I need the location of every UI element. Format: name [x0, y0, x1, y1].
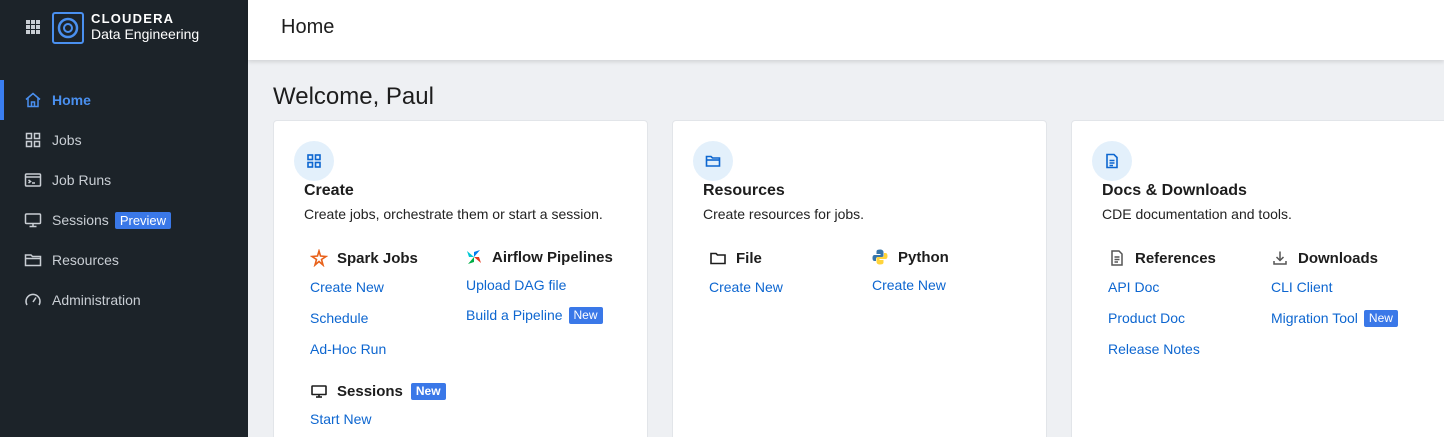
- airflow-pipelines-heading: Airflow Pipelines: [465, 248, 613, 266]
- page-header: Home: [248, 0, 1444, 60]
- card-title: Resources: [703, 182, 785, 199]
- api-doc-link[interactable]: API Doc: [1108, 279, 1159, 295]
- welcome-heading: Welcome, Paul: [273, 83, 434, 110]
- sidebar-item-label: Resources: [52, 252, 119, 268]
- card-title: Docs & Downloads: [1102, 182, 1247, 199]
- python-create-new-link[interactable]: Create New: [872, 277, 946, 293]
- preview-badge: Preview: [114, 211, 172, 229]
- card-description: Create resources for jobs.: [703, 206, 865, 222]
- sidebar-item-label: Sessions: [52, 212, 109, 228]
- python-icon: [872, 249, 888, 265]
- page-title: Home: [281, 16, 335, 38]
- new-badge: New: [410, 382, 446, 400]
- sidebar-item-sessions[interactable]: Sessions Preview: [0, 200, 248, 240]
- build-pipeline-link[interactable]: Build a Pipeline New: [466, 307, 603, 324]
- folder-icon: [710, 252, 726, 265]
- spark-create-new-link[interactable]: Create New: [310, 279, 384, 295]
- brand[interactable]: CLOUDERA Data Engineering: [91, 12, 199, 41]
- upload-dag-link[interactable]: Upload DAG file: [466, 277, 566, 293]
- new-badge: New: [1363, 310, 1398, 327]
- section-label: Spark Jobs: [337, 249, 418, 267]
- build-pipeline-label: Build a Pipeline: [466, 307, 563, 323]
- document-icon: [1111, 250, 1123, 266]
- downloads-heading: Downloads: [1271, 249, 1378, 267]
- terminal-icon: [24, 173, 42, 187]
- session-start-new-link[interactable]: Start New: [310, 411, 371, 427]
- spark-icon: [310, 249, 328, 267]
- card-title: Create: [304, 182, 354, 199]
- resources-card: Resources Create resources for jobs. Fil…: [672, 120, 1047, 437]
- product-doc-link[interactable]: Product Doc: [1108, 310, 1185, 326]
- spark-jobs-heading: Spark Jobs: [310, 249, 418, 267]
- sidebar-item-resources[interactable]: Resources: [0, 240, 248, 280]
- cloudera-logo-icon[interactable]: [52, 12, 84, 44]
- references-heading: References: [1108, 249, 1216, 267]
- sidebar-nav: Home Jobs Job Runs Sessions Preview Reso…: [0, 80, 248, 320]
- spark-adhoc-run-link[interactable]: Ad-Hoc Run: [310, 341, 386, 357]
- download-icon: [1273, 251, 1287, 265]
- sidebar-item-job-runs[interactable]: Job Runs: [0, 160, 248, 200]
- home-icon: [25, 92, 41, 108]
- docs-card-icon-bg: [1092, 141, 1132, 181]
- file-create-new-link[interactable]: Create New: [709, 279, 783, 295]
- create-card: Create Create jobs, orchestrate them or …: [273, 120, 648, 437]
- monitor-icon: [311, 385, 327, 398]
- sessions-heading: Sessions New: [310, 382, 446, 400]
- resources-card-icon-bg: [693, 141, 733, 181]
- spark-schedule-link[interactable]: Schedule: [310, 310, 368, 326]
- card-description: CDE documentation and tools.: [1102, 206, 1292, 222]
- section-label: References: [1135, 249, 1216, 267]
- section-label: Downloads: [1298, 249, 1379, 267]
- file-heading: File: [709, 249, 762, 267]
- brand-product: Data Engineering: [91, 26, 200, 42]
- section-label: Airflow Pipelines: [492, 248, 613, 266]
- migration-tool-link[interactable]: Migration Tool New: [1271, 310, 1398, 327]
- new-badge: New: [568, 307, 603, 324]
- folder-icon: [24, 254, 42, 267]
- create-card-icon-bg: [294, 141, 334, 181]
- document-icon: [1106, 153, 1118, 169]
- sidebar-item-label: Administration: [52, 292, 141, 308]
- section-label: Sessions: [337, 382, 403, 400]
- sidebar-item-jobs[interactable]: Jobs: [0, 120, 248, 160]
- section-label: File: [736, 249, 762, 267]
- sidebar: CLOUDERA Data Engineering Home Jobs Job …: [0, 0, 248, 437]
- brand-name: CLOUDERA: [91, 11, 175, 26]
- sidebar-item-label: Jobs: [52, 132, 82, 148]
- card-description: Create jobs, orchestrate them or start a…: [304, 206, 603, 222]
- monitor-icon: [24, 213, 42, 228]
- docs-downloads-card: Docs & Downloads CDE documentation and t…: [1071, 120, 1444, 437]
- migration-tool-label: Migration Tool: [1271, 310, 1358, 326]
- sidebar-item-home[interactable]: Home: [0, 80, 248, 120]
- sidebar-item-label: Job Runs: [52, 172, 112, 188]
- gauge-icon: [25, 293, 41, 306]
- sidebar-item-administration[interactable]: Administration: [0, 280, 248, 320]
- release-notes-link[interactable]: Release Notes: [1108, 341, 1200, 357]
- section-label: Python: [898, 248, 949, 266]
- app-switcher-icon[interactable]: [26, 20, 40, 34]
- cli-client-link[interactable]: CLI Client: [1271, 279, 1332, 295]
- folder-icon: [705, 155, 721, 167]
- sidebar-item-label: Home: [52, 92, 91, 108]
- grid-icon: [25, 132, 41, 148]
- grid-icon: [307, 154, 321, 168]
- airflow-icon: [467, 250, 481, 264]
- python-heading: Python: [871, 248, 949, 266]
